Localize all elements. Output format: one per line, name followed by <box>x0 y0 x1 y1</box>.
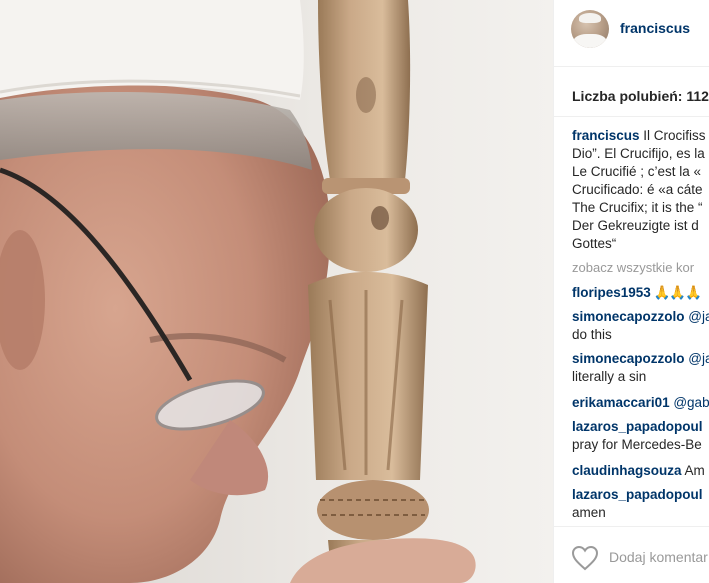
comment-text: 🙏🙏🙏 <box>650 285 702 300</box>
caption-line-4: Crucificado: é «a cáte <box>572 182 703 197</box>
post-photo-image <box>0 0 553 583</box>
caption-username-link[interactable]: franciscus <box>572 128 640 143</box>
comment-username-link[interactable]: lazaros_papadopoul <box>572 487 703 502</box>
heart-outline-icon[interactable] <box>571 545 599 571</box>
comment-item: simonecapozzolo @ja <box>572 308 709 326</box>
comment-item: lazaros_papadopoul <box>572 486 703 504</box>
caption-text: Il Crocifiss <box>639 128 706 143</box>
post-caption: franciscus Il Crocifiss Dio”. El Crucifi… <box>572 127 709 253</box>
comment-username-link[interactable]: floripes1953 <box>572 285 651 300</box>
post-footer: Dodaj komentar <box>554 526 709 583</box>
comment-item: erikamaccari01 @gab <box>572 394 709 412</box>
header-username-link[interactable]: franciscus <box>620 20 690 36</box>
likes-count[interactable]: Liczba polubień: 112t <box>572 88 709 104</box>
avatar[interactable] <box>571 10 609 48</box>
comment-username-link[interactable]: simonecapozzolo <box>572 309 685 324</box>
comment-text: amen <box>572 505 606 520</box>
caption-line-6: Der Gekreuzigte ist d <box>572 218 699 233</box>
comment-text: do this <box>572 327 612 342</box>
view-all-comments-link[interactable]: zobacz wszystkie kor <box>572 260 694 275</box>
comment-text: pray for Mercedes-Be <box>572 437 702 452</box>
avatar-robe-shape <box>573 34 607 48</box>
post-header: franciscus <box>554 0 709 67</box>
caption-line-5: The Crucifix; it is the “ <box>572 200 703 215</box>
comment-text: Am <box>681 463 705 478</box>
post-photo[interactable] <box>0 0 553 583</box>
comment-item-continuation: pray for Mercedes-Be <box>572 436 702 454</box>
comment-item: floripes1953 🙏🙏🙏 <box>572 284 702 302</box>
caption-line-7: Gottes“ <box>572 236 617 251</box>
comment-mention-link[interactable]: @ja <box>685 351 709 366</box>
comment-item-continuation: do this <box>572 326 612 344</box>
caption-line-1: franciscus Il Crocifiss <box>572 127 709 145</box>
comment-username-link[interactable]: lazaros_papadopoul <box>572 419 703 434</box>
avatar-cap-shape <box>579 13 601 23</box>
post-side-panel: franciscus Liczba polubień: 112t francis… <box>553 0 709 583</box>
comment-item-continuation: literally a sin <box>572 368 646 386</box>
comment-username-link[interactable]: claudinhagsouza <box>572 463 682 478</box>
caption-line-3: Le Crucifié ; c’est la « <box>572 164 702 179</box>
caption-line-2: Dio”. El Crucifijo, es la <box>572 146 705 161</box>
comment-item: simonecapozzolo @ja <box>572 350 709 368</box>
comment-text: literally a sin <box>572 369 647 384</box>
comment-username-link[interactable]: erikamaccari01 <box>572 395 670 410</box>
divider <box>554 116 709 117</box>
comment-item-continuation: amen <box>572 504 606 522</box>
comment-item: claudinhagsouza Am <box>572 462 705 480</box>
comment-mention-link[interactable]: @gab <box>670 395 709 410</box>
comment-item: lazaros_papadopoul <box>572 418 703 436</box>
add-comment-input[interactable]: Dodaj komentar <box>609 549 708 565</box>
comment-mention-link[interactable]: @ja <box>685 309 709 324</box>
comment-username-link[interactable]: simonecapozzolo <box>572 351 685 366</box>
